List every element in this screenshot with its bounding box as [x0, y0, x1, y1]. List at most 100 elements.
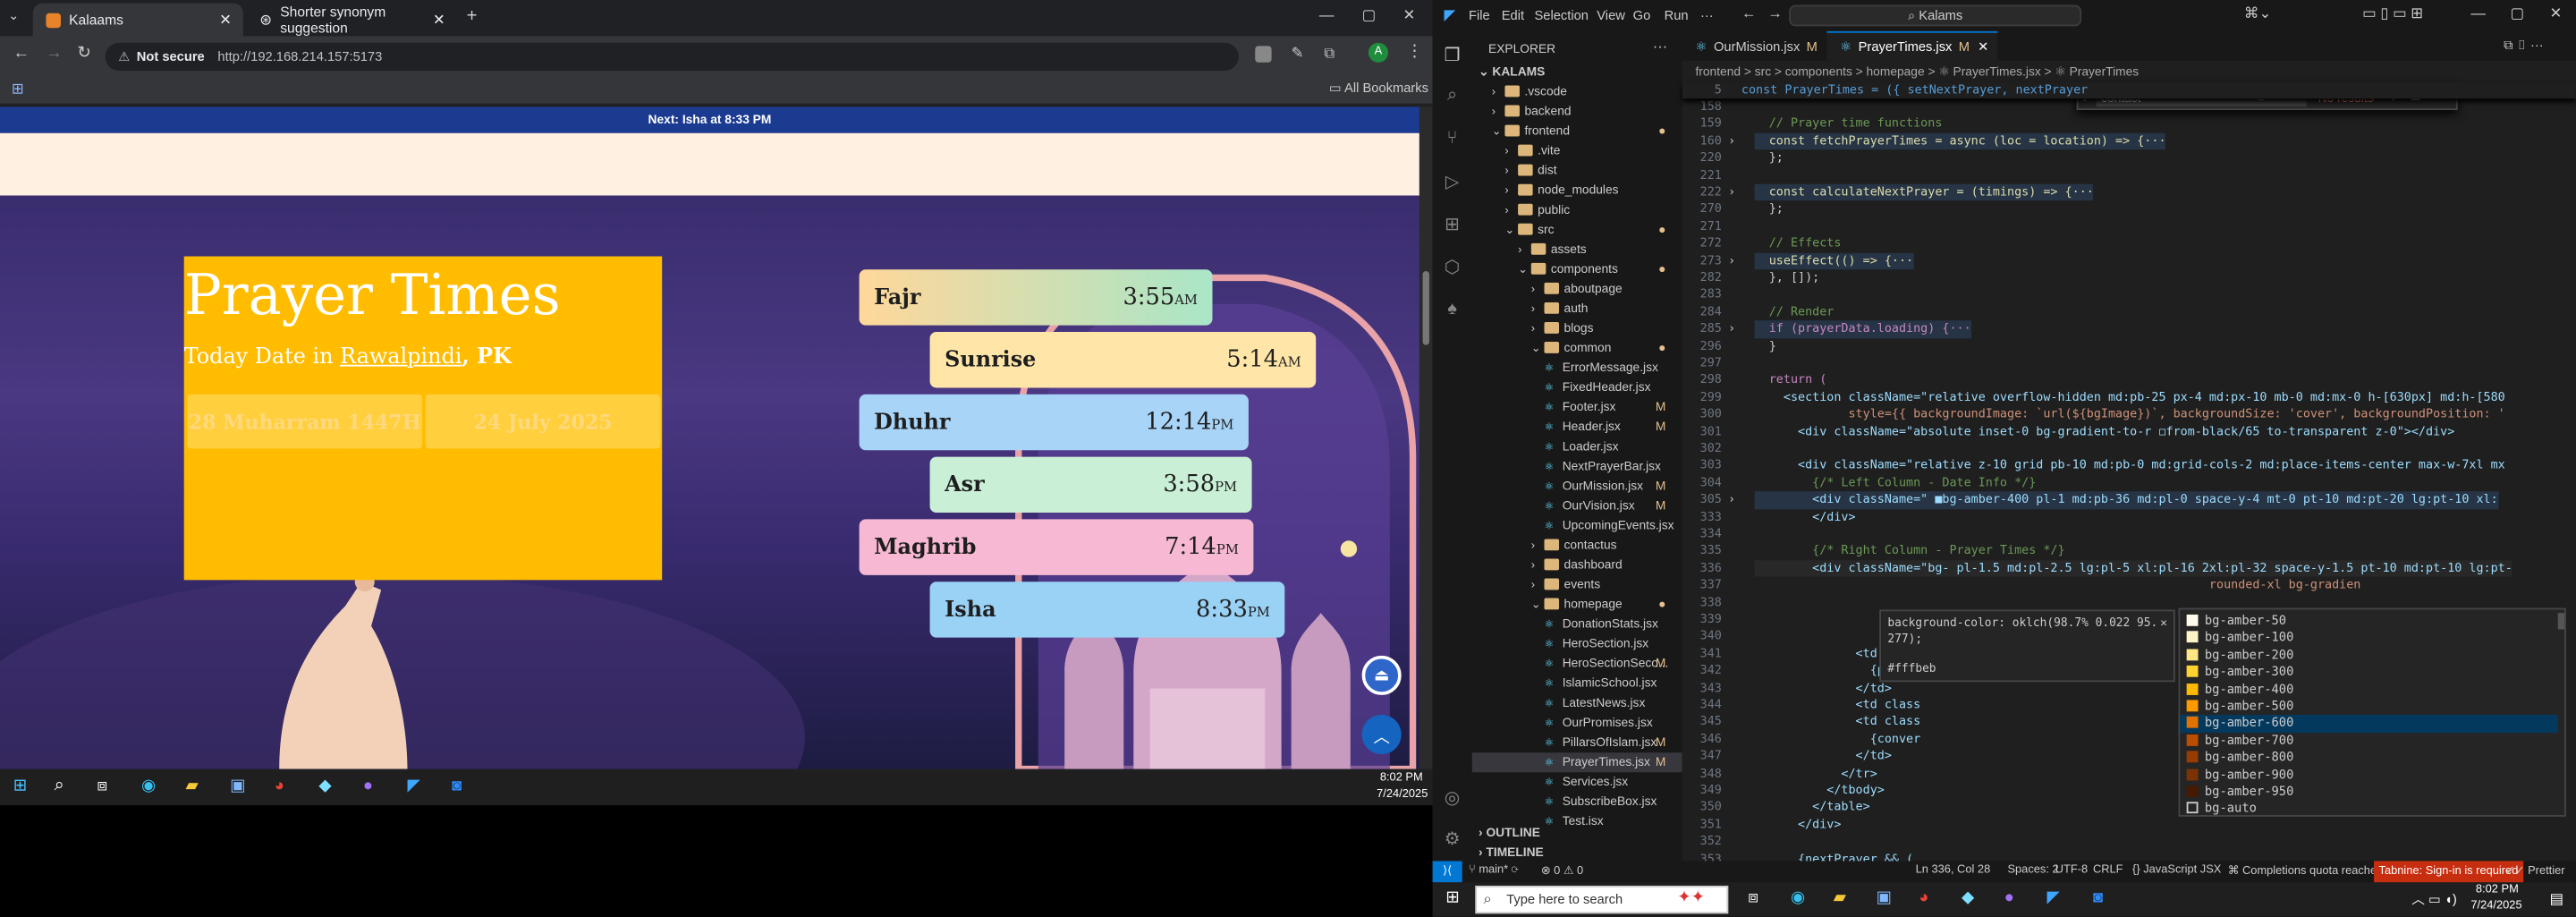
suggestion-item[interactable]: bg-amber-600 — [2180, 715, 2558, 733]
fold-chevron-icon[interactable]: › — [1728, 132, 1735, 149]
new-tab-icon[interactable]: + — [467, 6, 478, 26]
tree-file[interactable]: ⚛ NextPrayerBar.jsx — [1472, 457, 1682, 477]
tree-file[interactable]: ⚛ FixedHeader.jsx — [1472, 378, 1682, 397]
tree-file[interactable]: ⚛ HeroSection.jsx — [1472, 634, 1682, 654]
close-window-icon[interactable]: ✕ — [1403, 6, 1416, 24]
remote-icon[interactable]: ⬡ — [1441, 257, 1464, 280]
task-view-icon[interactable]: ⧈ — [97, 777, 107, 795]
edge-icon[interactable]: ◉ — [141, 777, 156, 795]
profile-avatar[interactable]: A — [1368, 42, 1389, 63]
maximize-icon[interactable]: ▢ — [2510, 5, 2524, 23]
close-tab-icon[interactable]: ✕ — [433, 11, 445, 29]
suggestion-item[interactable]: bg-amber-50 — [2180, 613, 2557, 630]
prettier-status[interactable]: ✓✓ Prettier — [2505, 864, 2565, 878]
code-line[interactable]: </div> — [1755, 509, 1855, 526]
suggestion-item[interactable]: bg-amber-900 — [2180, 767, 2557, 784]
code-line[interactable]: const fetchPrayerTimes = async (loc = lo… — [1754, 132, 2166, 150]
tree-file[interactable]: ⚛ Footer.jsx M — [1472, 397, 1682, 417]
code-line[interactable]: <div className=" ■bg-amber-400 pl-1 md:p… — [1754, 491, 2498, 509]
windows-start-icon[interactable]: ⊞ — [1445, 889, 1459, 907]
tree-folder[interactable]: › backend — [1472, 102, 1682, 122]
pen-icon[interactable]: ✎ — [1292, 45, 1304, 63]
tree-folder[interactable]: ⌄ homepage ● — [1472, 595, 1682, 615]
code-line[interactable]: <div className="relative z-10 grid pb-10… — [1755, 457, 2505, 474]
cursor-position[interactable]: Ln 336, Col 28 — [1916, 864, 1991, 876]
tree-file[interactable]: ⚛ OurPromises.jsx — [1472, 713, 1682, 733]
more-actions-icon[interactable]: ··· — [1653, 38, 1668, 54]
suggestion-item[interactable]: bg-amber-300 — [2180, 664, 2557, 681]
timeline-section[interactable]: › TIMELINE — [1479, 845, 1544, 860]
suggestion-item[interactable]: bg-amber-500 — [2180, 699, 2557, 716]
code-line[interactable]: {conver — [1755, 731, 1921, 748]
run-debug-icon[interactable]: ▷ — [1441, 171, 1464, 194]
code-line[interactable]: } — [1755, 338, 1776, 355]
windows-start-icon[interactable]: ⊞ — [13, 777, 27, 795]
github-icon[interactable]: ● — [363, 777, 373, 795]
tree-folder[interactable]: › blogs — [1472, 318, 1682, 338]
app-icon[interactable]: ◆ — [318, 777, 331, 795]
copilot-icon[interactable]: ⌘⌄ — [2244, 5, 2271, 23]
fold-chevron-icon[interactable]: › — [1728, 492, 1735, 509]
tree-folder[interactable]: › .vscode — [1472, 82, 1682, 102]
tab-ourmission[interactable]: ⚛ OurMission.jsx M — [1682, 31, 1827, 61]
forward-icon[interactable]: → — [46, 45, 62, 63]
maximize-icon[interactable]: ▢ — [1362, 6, 1377, 24]
code-line[interactable]: </div> — [1755, 816, 1841, 833]
menu-file[interactable]: File — [1469, 8, 1490, 23]
tree-folder[interactable]: › auth — [1472, 299, 1682, 318]
branch-status[interactable]: ⑂ main* ⟳ — [1469, 864, 1519, 876]
copilot-quota[interactable]: ⌘ Completions quota reached — [2228, 864, 2384, 878]
code-line[interactable]: if (prayerData.loading) {··· — [1754, 320, 1971, 338]
code-line[interactable]: style={{ backgroundImage: `url(${bgImage… — [1755, 406, 2504, 423]
suggestion-item[interactable]: bg-amber-800 — [2180, 750, 2557, 767]
security-chip[interactable]: Not secure — [137, 49, 205, 64]
workspace-root[interactable]: ⌄ KALAMS — [1479, 64, 1545, 80]
file-explorer-icon[interactable]: ▰ — [1834, 889, 1846, 907]
fold-chevron-icon[interactable]: › — [1728, 184, 1735, 201]
code-line[interactable]: <section className="relative overflow-hi… — [1755, 389, 2505, 406]
layout-icon[interactable]: ▭ ▯ ▭ ⊞ — [2362, 5, 2423, 23]
tree-file[interactable]: ⚛ LatestNews.jsx — [1472, 693, 1682, 713]
minimize-icon[interactable]: — — [2470, 5, 2486, 21]
code-line[interactable]: {/* Right Column - Prayer Times */} — [1755, 543, 2064, 560]
code-line[interactable]: return ( — [1755, 372, 1827, 389]
code-line[interactable]: <div className="absolute inset-0 bg-grad… — [1755, 423, 2454, 440]
nav-back-icon[interactable]: ← — [1741, 5, 1757, 21]
suggestion-item[interactable]: bg-amber-700 — [2180, 733, 2557, 750]
suggestion-item[interactable]: bg-amber-100 — [2180, 630, 2557, 647]
code-line[interactable]: rounded-xl bg-gradien — [1755, 577, 2360, 594]
vscode-icon[interactable]: ◤ — [408, 777, 420, 795]
code-line[interactable]: }; — [1755, 149, 1784, 166]
chat-fab-button[interactable]: ⏏ — [1361, 655, 1402, 695]
tree-folder[interactable]: › aboutpage — [1472, 279, 1682, 299]
suggestion-item[interactable]: bg-auto — [2180, 801, 2557, 818]
tree-folder[interactable]: ⌄ frontend ● — [1472, 122, 1682, 141]
store-icon[interactable]: ▣ — [230, 777, 245, 795]
language-status[interactable]: {} JavaScript JSX — [2132, 864, 2221, 876]
source-control-icon[interactable]: ⑂ — [1441, 128, 1464, 151]
task-view-icon[interactable]: ⧈ — [1748, 889, 1758, 907]
menu-more[interactable]: ··· — [1700, 8, 1714, 23]
menu-selection[interactable]: Selection — [1534, 8, 1588, 23]
extension-icon[interactable] — [1255, 46, 1272, 63]
scroll-top-button[interactable]: ︿ — [1361, 714, 1402, 755]
explorer-files-icon[interactable]: ❐ — [1441, 45, 1464, 68]
code-line[interactable]: // Render — [1755, 303, 1835, 320]
menu-view[interactable]: View — [1597, 8, 1625, 23]
vscode-icon[interactable]: ◤ — [2047, 889, 2060, 907]
app-icon[interactable]: ◆ — [1962, 889, 1974, 907]
page-scrollbar[interactable] — [1419, 106, 1433, 769]
tab-prayertimes[interactable]: ⚛ PrayerTimes.jsx M ✕ — [1826, 30, 1998, 61]
edge-icon[interactable]: ◉ — [1791, 889, 1805, 907]
fold-chevron-icon[interactable]: › — [1728, 252, 1735, 269]
minimize-icon[interactable]: — — [1319, 6, 1335, 22]
tree-folder[interactable]: › public — [1472, 200, 1682, 220]
tree-folder[interactable]: › node_modules — [1472, 181, 1682, 200]
search-icon[interactable]: ⌕ — [1441, 86, 1464, 109]
file-explorer-icon[interactable]: ▰ — [186, 777, 199, 795]
tree-folder[interactable]: › dist — [1472, 161, 1682, 181]
outline-section[interactable]: › OUTLINE — [1479, 825, 1540, 840]
encoding-status[interactable]: UTF-8 — [2055, 864, 2088, 876]
tree-file[interactable]: ⚛ Header.jsx M — [1472, 418, 1682, 437]
tree-folder[interactable]: ⌄ common ● — [1472, 338, 1682, 358]
